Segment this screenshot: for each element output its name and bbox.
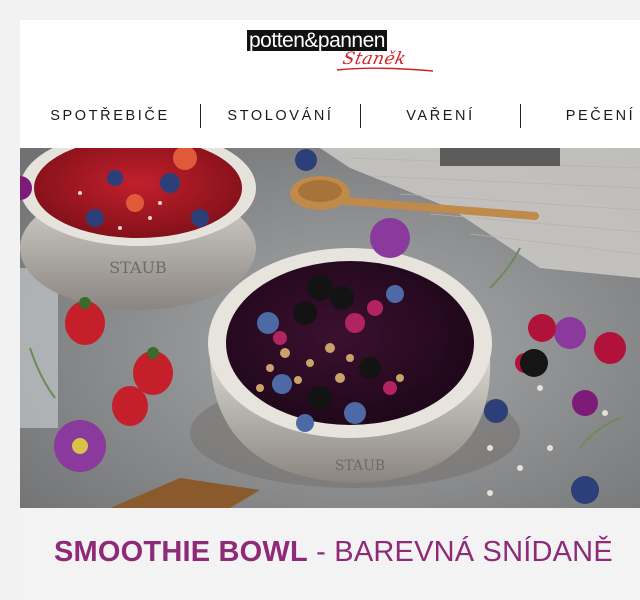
logo-subtitle: Staněk — [340, 49, 409, 69]
bowl-brand-text: STAUB — [109, 258, 167, 277]
nav-item-vareni[interactable]: VAŘENÍ — [361, 102, 520, 130]
nav-item-spotrebice[interactable]: SPOTŘEBIČE — [20, 102, 200, 130]
site-logo[interactable]: potten&pannen Staněk — [247, 30, 437, 80]
article-title-rest: - BAREVNÁ SNÍDANĚ — [307, 536, 613, 568]
article-title-bold: SMOOTHIE BOWL — [54, 536, 308, 568]
logo-wordmark: potten&pannen — [247, 29, 387, 52]
bowl-brand-text: STAUB — [335, 458, 385, 474]
smoothie-bowl-photo: STAUB STAUB — [20, 148, 640, 508]
nav-item-peceni[interactable]: PEČENÍ — [521, 102, 640, 130]
hero-image[interactable]: STAUB STAUB — [20, 148, 640, 508]
article-caption: SMOOTHIE BOWL - BAREVNÁ SNÍDANĚ — [20, 508, 640, 600]
nav-item-stolovani[interactable]: STOLOVÁNÍ — [201, 102, 360, 130]
main-navigation: SPOTŘEBIČE STOLOVÁNÍ VAŘENÍ PEČENÍ — [0, 102, 640, 130]
article-title[interactable]: SMOOTHIE BOWL - BAREVNÁ SNÍDANĚ — [54, 536, 613, 569]
